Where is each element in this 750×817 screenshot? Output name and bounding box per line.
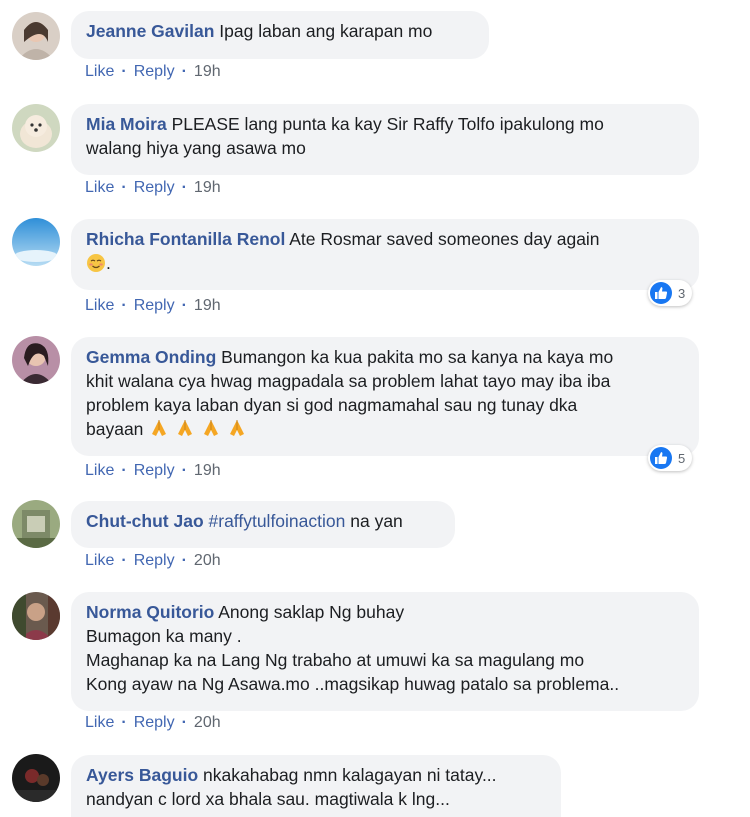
comment-text: nkakahabag nmn kalagayan ni tatay... [203,765,497,785]
like-button[interactable]: Like [85,297,114,315]
comment-text: Ate Rosmar saved someones day again [289,229,600,249]
like-button[interactable]: Like [85,714,114,732]
separator: · [121,63,127,80]
separator: · [181,179,187,196]
comment-author[interactable]: Jeanne Gavilan [86,21,214,41]
separator: · [121,297,127,314]
separator: · [181,297,187,314]
comment-actions: Like · Reply · 20h [85,713,221,733]
folded-hands-emoji [148,419,252,439]
avatar[interactable] [12,336,60,384]
like-icon [650,447,672,469]
reply-button[interactable]: Reply [134,297,175,315]
comment-text: . [106,253,111,273]
avatar[interactable] [12,754,60,802]
comment-author[interactable]: Rhicha Fontanilla Renol [86,229,285,249]
separator: · [181,462,187,479]
comment-timestamp[interactable]: 19h [194,63,221,81]
comment-actions: Like · Reply · 19h [85,178,221,198]
reaction-count-label: 5 [678,450,686,466]
comment-timestamp[interactable]: 19h [194,179,221,197]
comment-timestamp[interactable]: 20h [194,552,221,570]
comment-timestamp[interactable]: 20h [194,714,221,732]
comment-author[interactable]: Gemma Onding [86,347,216,367]
reply-button[interactable]: Reply [134,63,175,81]
comment-text: Bumangon ka kua pakita mo sa kanya na ka… [221,347,614,367]
separator: · [121,179,127,196]
comment-author[interactable]: Norma Quitorio [86,602,214,622]
comment-bubble: Chut-chut Jao #raffytulfoinaction na yan [71,501,455,548]
avatar[interactable] [12,500,60,548]
separator: · [181,63,187,80]
reply-button[interactable]: Reply [134,714,175,732]
comment-text: Kong ayaw na Ng Asawa.mo ..magsikap huwa… [86,674,620,694]
separator: · [121,714,127,731]
comment-author[interactable]: Ayers Baguio [86,765,198,785]
comment-timestamp[interactable]: 19h [194,297,221,315]
comment-bubble: Jeanne Gavilan Ipag laban ang karapan mo [71,11,489,59]
comment-timestamp[interactable]: 19h [194,462,221,480]
like-button[interactable]: Like [85,63,114,81]
comment-author[interactable]: Mia Moira [86,114,167,134]
separator: · [121,552,127,569]
relieved-face-emoji [86,253,106,279]
reaction-count[interactable]: 5 [648,445,693,471]
separator: · [121,462,127,479]
comment-text: Bumagon ka many . [86,626,242,646]
comment-text: na yan [350,511,403,531]
reply-button[interactable]: Reply [134,552,175,570]
comment-text: Ipag laban ang karapan mo [219,21,433,41]
comment-bubble: Norma Quitorio Anong saklap Ng buhay Bum… [71,592,699,711]
comment-text: nandyan c lord xa bhala sau. magtiwala k… [86,789,450,809]
like-icon [650,282,672,304]
avatar[interactable] [12,592,60,640]
comment-text: PLEASE lang punta ka kay Sir Raffy Tolfo… [171,114,604,134]
hashtag-link[interactable]: #raffytulfoinaction [209,511,346,531]
comment-actions: Like · Reply · 19h [85,296,221,316]
comment-text: Maghanap ka na Lang Ng trabaho at umuwi … [86,650,585,670]
comment-text: bayaan [86,419,144,439]
reaction-count[interactable]: 3 [648,280,693,306]
comment-actions: Like · Reply · 19h [85,461,221,481]
like-button[interactable]: Like [85,552,114,570]
comment-text: Anong saklap Ng buhay [218,602,405,622]
separator: · [181,714,187,731]
avatar[interactable] [12,218,60,266]
comment-actions: Like · Reply · 20h [85,551,221,571]
reaction-count-label: 3 [678,285,686,301]
reply-button[interactable]: Reply [134,179,175,197]
comment-bubble: Mia Moira PLEASE lang punta ka kay Sir R… [71,104,699,175]
comment-author[interactable]: Chut-chut Jao [86,511,204,531]
comment-bubble: Rhicha Fontanilla Renol Ate Rosmar saved… [71,219,699,290]
comment-actions: Like · Reply · 19h [85,62,221,82]
avatar[interactable] [12,104,60,152]
like-button[interactable]: Like [85,179,114,197]
comment-bubble: Ayers Baguio nkakahabag nmn kalagayan ni… [71,755,561,817]
avatar[interactable] [12,12,60,60]
reply-button[interactable]: Reply [134,462,175,480]
comment-bubble: Gemma Onding Bumangon ka kua pakita mo s… [71,337,699,456]
comment-text: walang hiya yang asawa mo [86,138,306,158]
comment-text: problem kaya laban dyan si god nagmamaha… [86,395,578,415]
comment-text: khit walana cya hwag magpadala sa proble… [86,371,611,391]
like-button[interactable]: Like [85,462,114,480]
separator: · [181,552,187,569]
